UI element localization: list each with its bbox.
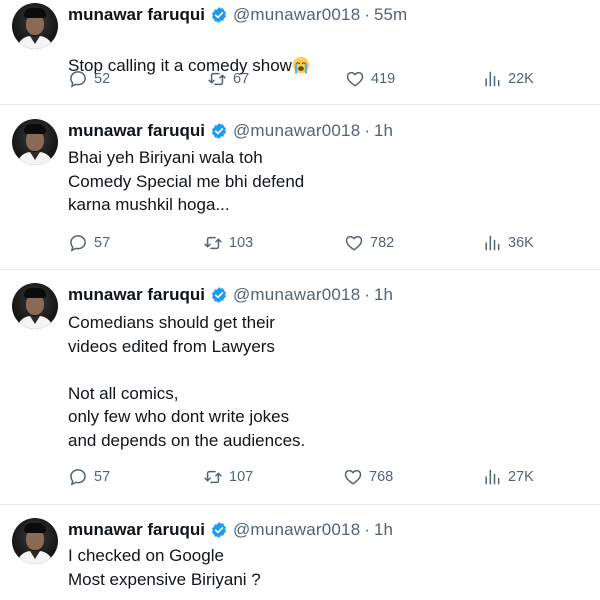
like-button[interactable]: 782 xyxy=(344,231,394,255)
separator-dot: · xyxy=(364,285,371,304)
tweet-text: Bhai yeh Biriyani wala toh Comedy Specia… xyxy=(68,148,305,214)
reply-count: 52 xyxy=(94,71,111,87)
tweet-2[interactable]: munawar faruqui @munawar0018 · 1h Bhai y… xyxy=(0,105,600,269)
retweet-button[interactable]: 103 xyxy=(203,231,253,255)
tweet-3[interactable]: munawar faruqui @munawar0018 · 1h Comedi… xyxy=(0,270,600,504)
author-name[interactable]: munawar faruqui xyxy=(68,285,205,305)
reply-icon xyxy=(70,71,86,88)
heart-icon xyxy=(346,71,364,87)
tweet-actions: 52 67 419 22K xyxy=(68,67,588,91)
timestamp[interactable]: 1h xyxy=(374,121,393,141)
views-button[interactable]: 22K xyxy=(482,67,534,91)
views-chart-icon xyxy=(485,469,500,485)
retweet-button[interactable]: 107 xyxy=(203,465,253,489)
avatar[interactable] xyxy=(12,283,58,329)
verified-badge-icon xyxy=(211,522,226,538)
views-chart-icon xyxy=(485,235,500,251)
author-name[interactable]: munawar faruqui xyxy=(68,5,205,25)
tweet-header: munawar faruqui @munawar0018 · 1h xyxy=(68,120,393,142)
author-handle[interactable]: @munawar0018 xyxy=(233,520,360,540)
reply-count: 57 xyxy=(94,235,111,251)
heart-icon xyxy=(345,235,363,251)
verified-badge-icon xyxy=(211,7,226,23)
avatar[interactable] xyxy=(12,518,58,564)
author-handle[interactable]: @munawar0018 xyxy=(233,5,360,25)
retweet-button[interactable]: 67 xyxy=(207,67,249,91)
tweet-header: munawar faruqui @munawar0018 · 1h xyxy=(68,284,393,306)
tweet-actions: 57 107 768 27K xyxy=(68,465,588,489)
like-count: 768 xyxy=(369,469,394,485)
separator-dot: · xyxy=(364,5,371,24)
like-count: 782 xyxy=(370,235,395,251)
author-handle[interactable]: @munawar0018 xyxy=(233,121,360,141)
verified-badge-icon xyxy=(211,287,226,303)
timestamp[interactable]: 1h xyxy=(374,285,393,305)
views-button[interactable]: 36K xyxy=(482,231,534,255)
tweet-actions: 57 103 782 36K xyxy=(68,231,588,255)
retweet-icon xyxy=(208,72,226,86)
reply-button[interactable]: 57 xyxy=(68,465,110,489)
retweet-count: 103 xyxy=(229,235,254,251)
views-button[interactable]: 27K xyxy=(482,465,534,489)
author-handle[interactable]: @munawar0018 xyxy=(233,285,360,305)
retweet-icon xyxy=(204,236,222,250)
reply-button[interactable]: 57 xyxy=(68,231,110,255)
tweet-header: munawar faruqui @munawar0018 · 55m xyxy=(68,4,407,26)
reply-count: 57 xyxy=(94,469,111,485)
tweet-1[interactable]: munawar faruqui @munawar0018 · 55m Stop … xyxy=(0,0,600,104)
like-button[interactable]: 419 xyxy=(345,67,395,91)
view-count: 27K xyxy=(508,469,534,485)
tweet-header: munawar faruqui @munawar0018 · 1h xyxy=(68,519,393,541)
tweet-4[interactable]: munawar faruqui @munawar0018 · 1h I chec… xyxy=(0,505,600,600)
view-count: 22K xyxy=(508,71,534,87)
view-count: 36K xyxy=(508,235,534,251)
reply-button[interactable]: 52 xyxy=(68,67,110,91)
reply-icon xyxy=(70,235,86,252)
timestamp[interactable]: 1h xyxy=(374,520,393,540)
avatar[interactable] xyxy=(12,3,58,49)
avatar[interactable] xyxy=(12,119,58,165)
tweet-text: Comedians should get their videos edited… xyxy=(68,313,306,450)
retweet-icon xyxy=(204,470,222,484)
like-count: 419 xyxy=(371,71,396,87)
retweet-count: 67 xyxy=(233,71,250,87)
views-chart-icon xyxy=(485,71,500,87)
separator-dot: · xyxy=(364,520,371,539)
heart-icon xyxy=(344,469,362,485)
author-name[interactable]: munawar faruqui xyxy=(68,520,205,540)
timestamp[interactable]: 55m xyxy=(374,5,407,25)
tweet-text: I checked on Google Most expensive Biriy… xyxy=(68,546,261,589)
author-name[interactable]: munawar faruqui xyxy=(68,121,205,141)
like-button[interactable]: 768 xyxy=(343,465,393,489)
verified-badge-icon xyxy=(211,123,226,139)
retweet-count: 107 xyxy=(229,469,254,485)
separator-dot: · xyxy=(364,121,371,140)
reply-icon xyxy=(70,469,86,486)
